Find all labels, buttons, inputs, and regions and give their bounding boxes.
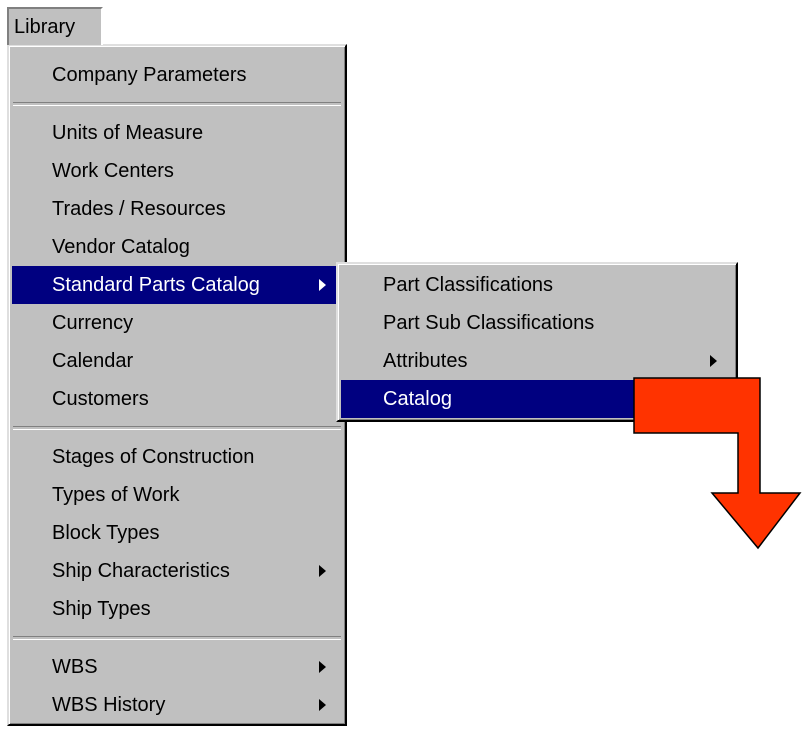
annotation-arrow-shape — [633, 377, 802, 550]
annotation-arrow-icon — [633, 377, 802, 550]
